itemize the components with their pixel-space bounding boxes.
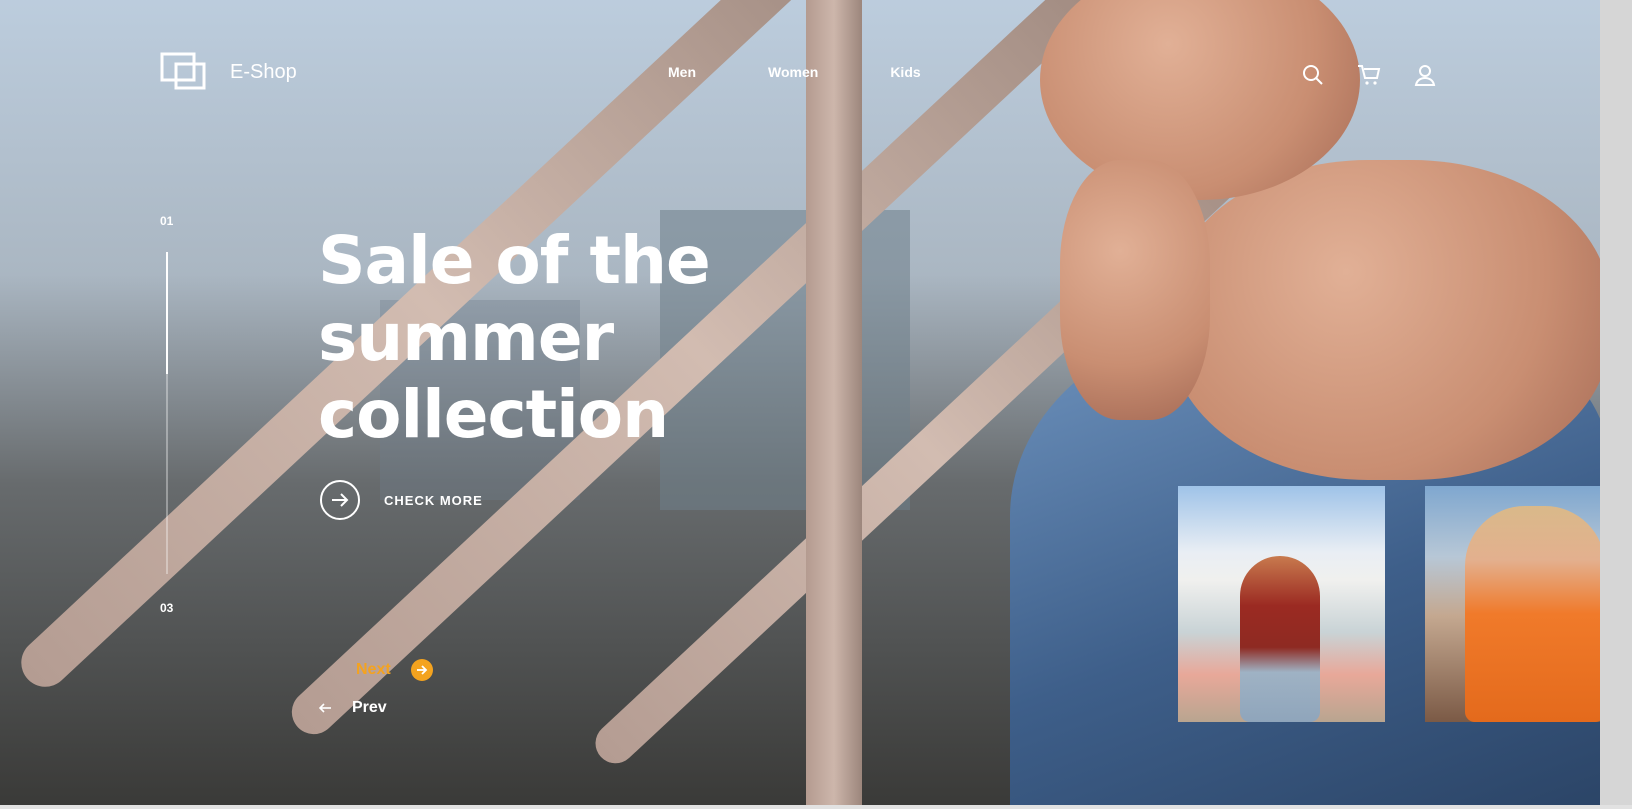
slide-total-number: 03	[160, 601, 174, 615]
search-icon[interactable]	[1300, 62, 1326, 88]
logo-icon	[160, 52, 208, 92]
model-shoulder	[1170, 160, 1600, 480]
nav-item-women[interactable]: Women	[768, 64, 818, 80]
headline-line: summer	[318, 299, 614, 376]
slide-current-number: 01	[160, 214, 174, 228]
headline-line: Sale of the	[318, 222, 711, 299]
slide-thumbnail[interactable]	[1178, 486, 1385, 722]
nav-item-men[interactable]: Men	[668, 64, 696, 80]
thumbnail-model	[1240, 556, 1320, 722]
main-nav: Men Women Kids	[668, 64, 921, 80]
page-bottom-edge	[0, 805, 1632, 809]
arrow-right-icon	[320, 480, 360, 520]
stair-post	[806, 0, 862, 805]
header-actions	[1300, 62, 1438, 88]
thumbnail-model	[1465, 506, 1605, 722]
cart-icon[interactable]	[1356, 62, 1382, 88]
check-more-button[interactable]: CHECK MORE	[320, 480, 483, 520]
hero-headline: Sale of the summer collection	[318, 222, 738, 453]
check-more-label: CHECK MORE	[384, 492, 483, 508]
prev-label: Prev	[352, 698, 387, 716]
nav-item-kids[interactable]: Kids	[890, 64, 920, 80]
next-label: Next	[356, 661, 391, 678]
model-hand	[1060, 160, 1210, 420]
prev-slide-button[interactable]: Prev	[318, 698, 387, 717]
user-icon[interactable]	[1412, 62, 1438, 88]
arrow-right-icon	[410, 659, 433, 681]
logo[interactable]: E-Shop	[160, 52, 297, 92]
slide-progress-fill	[166, 252, 168, 375]
scrollbar[interactable]	[1600, 0, 1632, 809]
arrow-left-icon	[318, 698, 332, 717]
next-slide-button[interactable]: Next	[356, 659, 433, 681]
slide-progress-track	[166, 252, 168, 574]
headline-line: collection	[318, 376, 669, 453]
brand-name: E-Shop	[230, 60, 297, 83]
